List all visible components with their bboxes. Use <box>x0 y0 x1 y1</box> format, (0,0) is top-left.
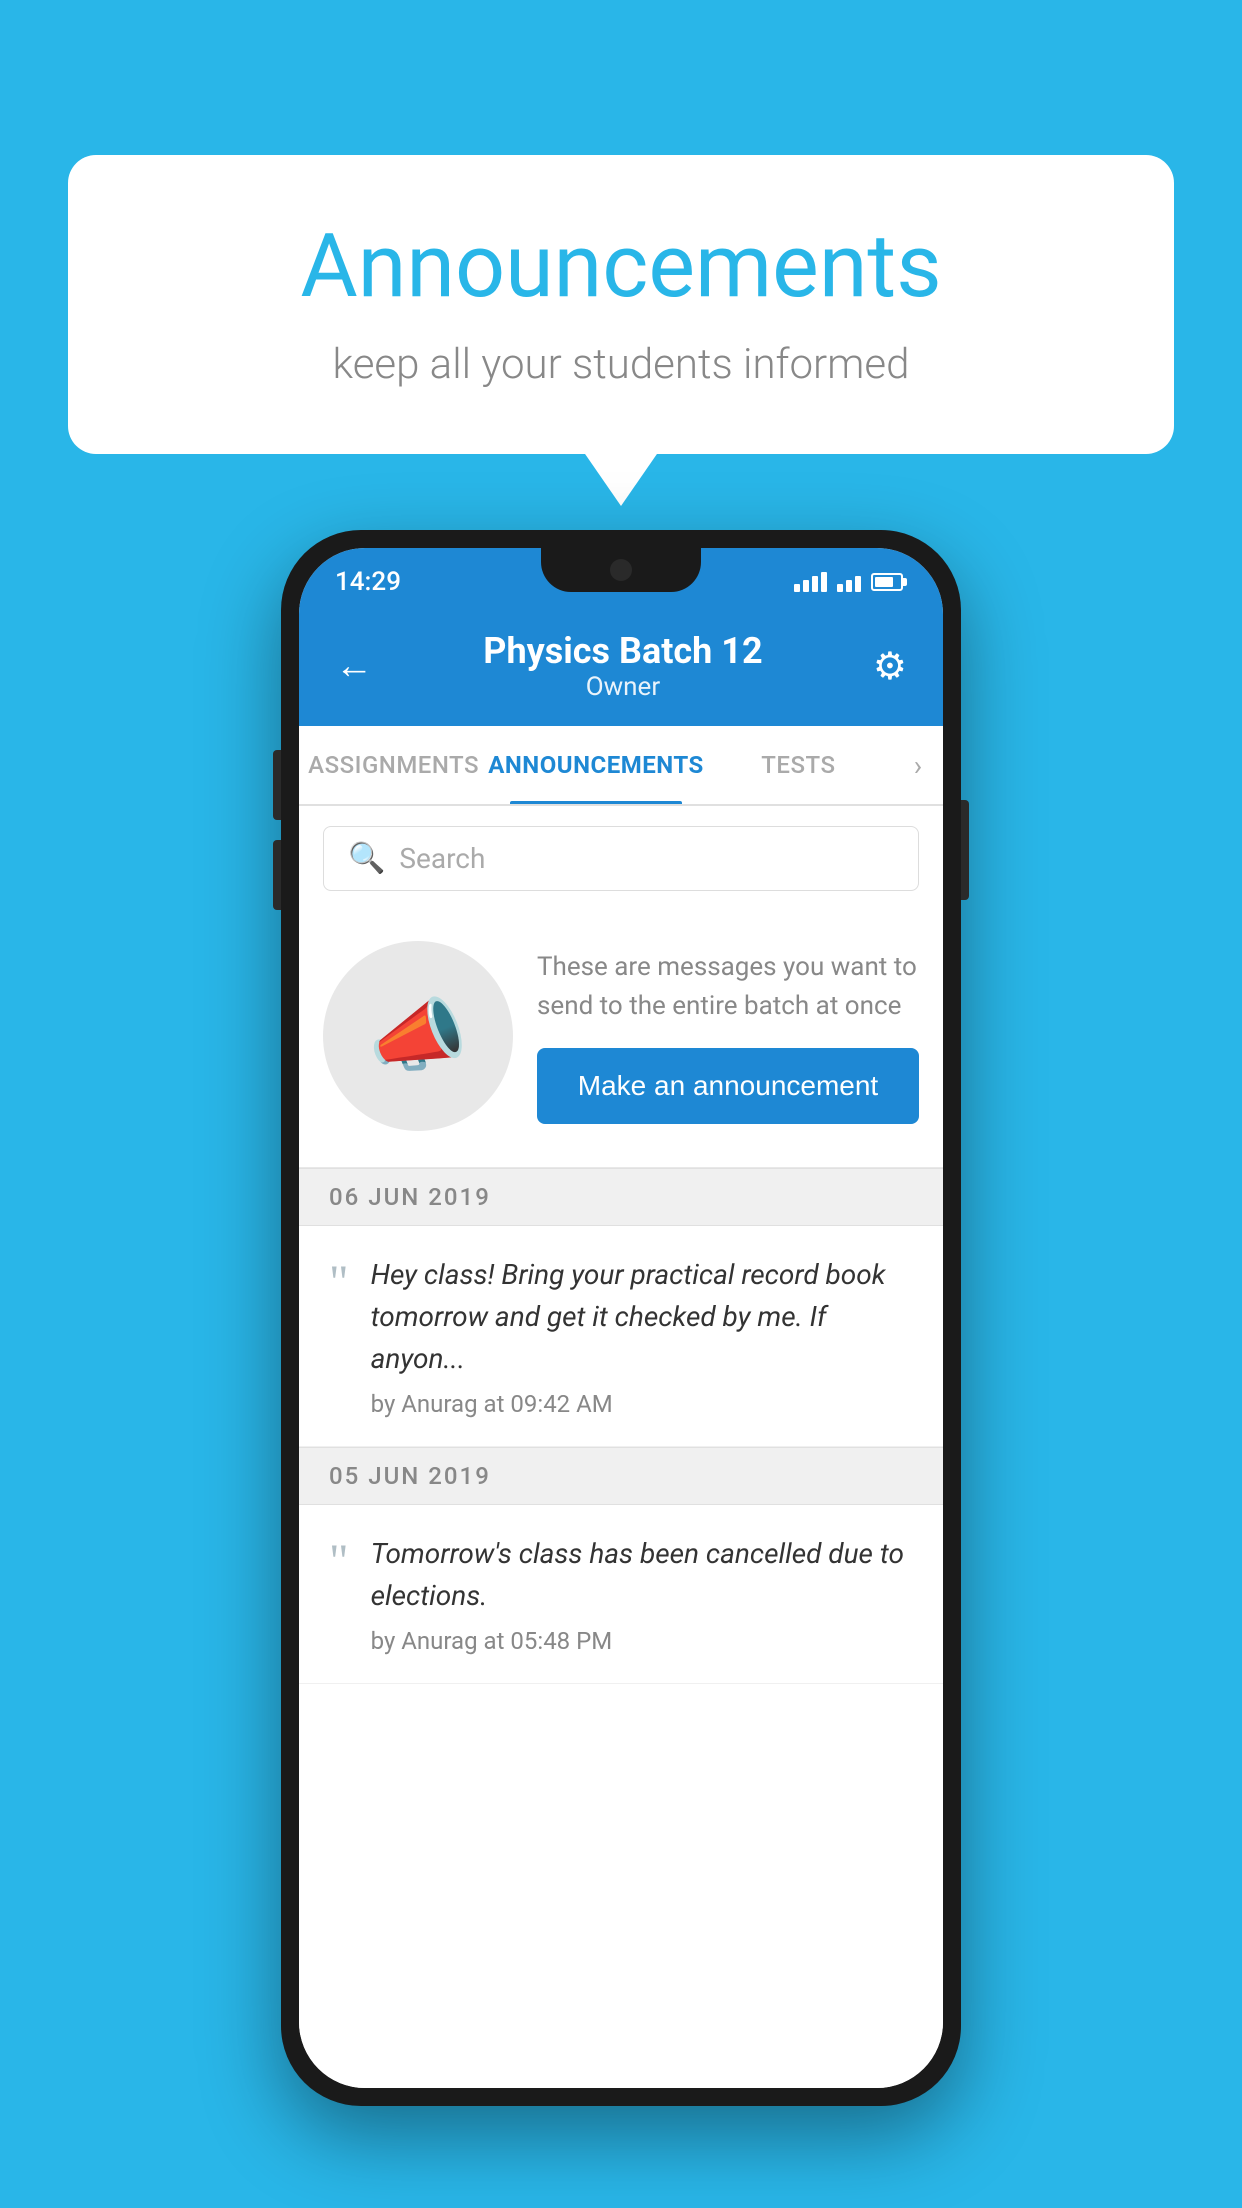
quote-icon-1: " <box>329 1259 349 1307</box>
phone-volume-up-button <box>273 750 281 820</box>
status-icons <box>794 572 903 592</box>
announcement-text-2: Tomorrow's class has been cancelled due … <box>371 1533 913 1617</box>
app-header: ← Physics Batch 12 Owner ⚙ <box>299 606 943 726</box>
phone-outer-shell: 14:29 <box>281 530 961 2106</box>
phone-power-button <box>961 800 969 900</box>
tab-assignments[interactable]: ASSIGNMENTS <box>299 726 488 804</box>
search-icon: 🔍 <box>348 841 385 876</box>
battery-icon <box>871 573 903 591</box>
search-bar-wrapper: 🔍 Search <box>299 806 943 911</box>
megaphone-icon-circle: 📣 <box>323 941 513 1131</box>
header-title: Physics Batch 12 <box>483 630 762 672</box>
announcement-meta-1: by Anurag at 09:42 AM <box>371 1390 913 1418</box>
header-subtitle: Owner <box>483 672 762 702</box>
tabs-bar: ASSIGNMENTS ANNOUNCEMENTS TESTS › <box>299 726 943 806</box>
phone-screen: 14:29 <box>299 548 943 2088</box>
signal-bar-2 <box>803 580 809 592</box>
settings-icon[interactable]: ⚙ <box>873 644 907 689</box>
wifi-signal-icon <box>837 572 861 592</box>
battery-fill <box>875 577 893 587</box>
announcement-content-2: Tomorrow's class has been cancelled due … <box>371 1533 913 1655</box>
wifi-bar-3 <box>855 576 861 592</box>
promo-description: These are messages you want to send to t… <box>537 948 919 1026</box>
quote-icon-2: " <box>329 1538 349 1586</box>
tab-more[interactable]: › <box>893 749 943 782</box>
phone-volume-down-button <box>273 840 281 910</box>
back-button[interactable]: ← <box>335 644 373 688</box>
megaphone-icon: 📣 <box>368 989 468 1083</box>
speech-bubble-card: Announcements keep all your students inf… <box>68 155 1174 454</box>
signal-bars-icon <box>794 572 827 592</box>
speech-bubble-section: Announcements keep all your students inf… <box>68 155 1174 454</box>
announcement-meta-2: by Anurag at 05:48 PM <box>371 1627 913 1655</box>
promo-block: 📣 These are messages you want to send to… <box>299 911 943 1168</box>
announcement-text-1: Hey class! Bring your practical record b… <box>371 1254 913 1380</box>
announcement-item-2: " Tomorrow's class has been cancelled du… <box>299 1505 943 1684</box>
wifi-bar-1 <box>837 584 843 592</box>
search-input-placeholder[interactable]: Search <box>399 842 485 875</box>
header-title-group: Physics Batch 12 Owner <box>483 630 762 702</box>
speech-bubble-title: Announcements <box>148 215 1094 318</box>
content-area: 🔍 Search 📣 These are messages you want t… <box>299 806 943 2088</box>
promo-content: These are messages you want to send to t… <box>537 948 919 1124</box>
signal-bar-4 <box>821 572 827 592</box>
announcement-content-1: Hey class! Bring your practical record b… <box>371 1254 913 1418</box>
phone-camera <box>610 559 632 581</box>
phone-notch <box>541 548 701 592</box>
phone-mockup: 14:29 <box>281 530 961 2106</box>
date-header-1: 06 JUN 2019 <box>299 1168 943 1226</box>
date-header-2: 05 JUN 2019 <box>299 1447 943 1505</box>
tab-announcements[interactable]: ANNOUNCEMENTS <box>488 726 704 804</box>
make-announcement-button[interactable]: Make an announcement <box>537 1048 919 1124</box>
signal-bar-1 <box>794 584 800 592</box>
announcement-item-1: " Hey class! Bring your practical record… <box>299 1226 943 1447</box>
status-time: 14:29 <box>335 567 401 597</box>
speech-bubble-subtitle: keep all your students informed <box>148 340 1094 389</box>
wifi-bar-2 <box>846 580 852 592</box>
search-bar[interactable]: 🔍 Search <box>323 826 919 891</box>
tab-tests[interactable]: TESTS <box>704 726 893 804</box>
signal-bar-3 <box>812 576 818 592</box>
